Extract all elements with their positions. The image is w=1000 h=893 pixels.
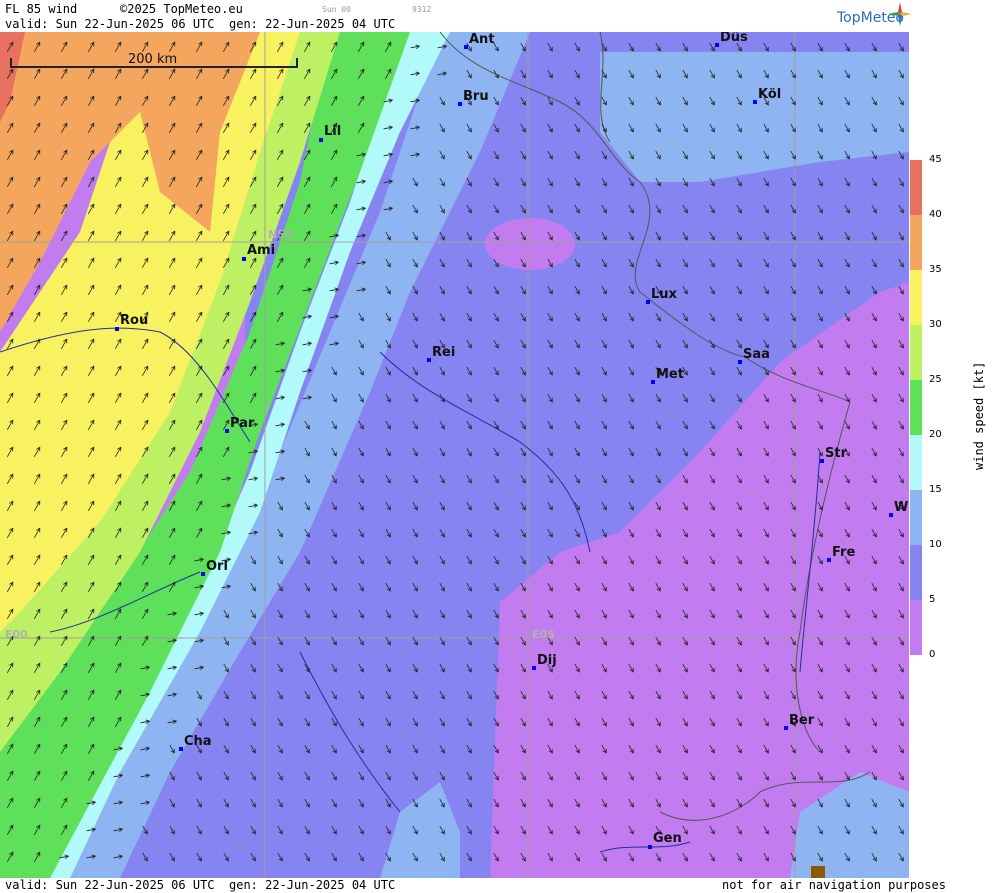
colorbar-tick-label: 15 [929, 484, 942, 495]
city-label: Str [825, 446, 847, 461]
run-code: Sun 00 [322, 5, 351, 14]
wind-field-svg [0, 32, 909, 878]
city-dot [889, 513, 893, 517]
city-dot [464, 45, 468, 49]
city-label: Köl [758, 87, 782, 102]
city-label: Cha [184, 734, 212, 749]
city-dot [201, 572, 205, 576]
city-label: Met [656, 367, 684, 382]
city-label: Par [230, 416, 255, 431]
city-dot [646, 300, 650, 304]
colorbar-tick-label: 0 [929, 649, 936, 660]
city-dot [225, 429, 229, 433]
colorbar-tick-label: 45 [929, 154, 942, 165]
city-label: Ant [469, 32, 495, 47]
colorbar-segment [910, 325, 922, 380]
city-label: Gen [653, 831, 682, 846]
city-dot [820, 459, 824, 463]
city-label: Lux [651, 287, 677, 302]
colorbar-segment [910, 490, 922, 545]
city-label: Düs [720, 32, 748, 45]
city-dot [427, 358, 431, 362]
footer-generated-time: gen: 22-Jun-2025 04 UTC [229, 878, 396, 892]
grid-label-e05: E05 [532, 628, 555, 641]
city-dot [784, 726, 788, 730]
colorbar-segment [910, 600, 922, 655]
city-dot [715, 43, 719, 47]
grid-label-n50: N50 [268, 228, 293, 241]
colorbar-tick-label: 35 [929, 264, 942, 275]
file-code: 9312 [412, 5, 432, 14]
city-dot [753, 100, 757, 104]
city-label: Ami [247, 243, 276, 258]
city-label: Saa [743, 347, 770, 362]
city-label: Lil [324, 124, 342, 139]
colorbar-segment [910, 545, 922, 600]
city-dot [827, 558, 831, 562]
city-dot [458, 102, 462, 106]
city-dot [115, 327, 119, 331]
wind-map: 200 km N50 E00 E05 Ant Düs Bru Köl Lil A… [0, 32, 909, 878]
footer-valid-time: valid: Sun 22-Jun-2025 06 UTC [5, 878, 215, 892]
colorbar-title: wind speed [kt] [972, 361, 986, 470]
valid-time: valid: Sun 22-Jun-2025 06 UTC [5, 17, 215, 31]
colorbar-tick-label: 25 [929, 374, 942, 385]
scale-label: 200 km [128, 52, 178, 67]
colorbar-tick-label: 20 [929, 429, 942, 440]
city-dot [738, 360, 742, 364]
colorbar-segment [910, 215, 922, 270]
colorbar-segment [910, 160, 922, 215]
colorbar-tick-label: 40 [929, 209, 942, 220]
generated-time: gen: 22-Jun-2025 04 UTC [229, 17, 396, 31]
colorbar-segment [910, 435, 922, 490]
copyright-text: ©2025 TopMeteo.eu [120, 2, 243, 16]
grid-label-e00: E00 [5, 628, 28, 641]
colorbar-tick-label: 5 [929, 594, 936, 605]
colorbar-segment [910, 380, 922, 435]
city-dot [319, 138, 323, 142]
city-label: Orl [206, 559, 228, 574]
terrain-marker [811, 866, 825, 878]
header-bar: FL 85 wind ©2025 TopMeteo.eu Sun 00 9312… [0, 0, 1000, 32]
city-label: W [894, 500, 909, 515]
city-dot [648, 845, 652, 849]
city-label: Dij [537, 653, 557, 668]
wind-speed-colorbar [910, 160, 922, 655]
city-label: Ber [789, 713, 815, 728]
city-dot [651, 380, 655, 384]
compass-logo-icon [888, 2, 912, 26]
city-dot [242, 257, 246, 261]
city-label: Rei [432, 345, 456, 360]
product-title: FL 85 wind [5, 2, 78, 16]
disclaimer-text: not for air navigation purposes [722, 878, 946, 892]
city-label: Fre [832, 545, 856, 560]
colorbar-segment [910, 270, 922, 325]
colorbar-tick-label: 10 [929, 539, 942, 550]
city-dot [179, 747, 183, 751]
city-dot [532, 666, 536, 670]
colorbar-tick-label: 30 [929, 319, 942, 330]
footer-bar: valid: Sun 22-Jun-2025 06 UTC gen: 22-Ju… [0, 878, 1000, 893]
city-label: Rou [120, 313, 149, 328]
city-label: Bru [463, 89, 489, 104]
